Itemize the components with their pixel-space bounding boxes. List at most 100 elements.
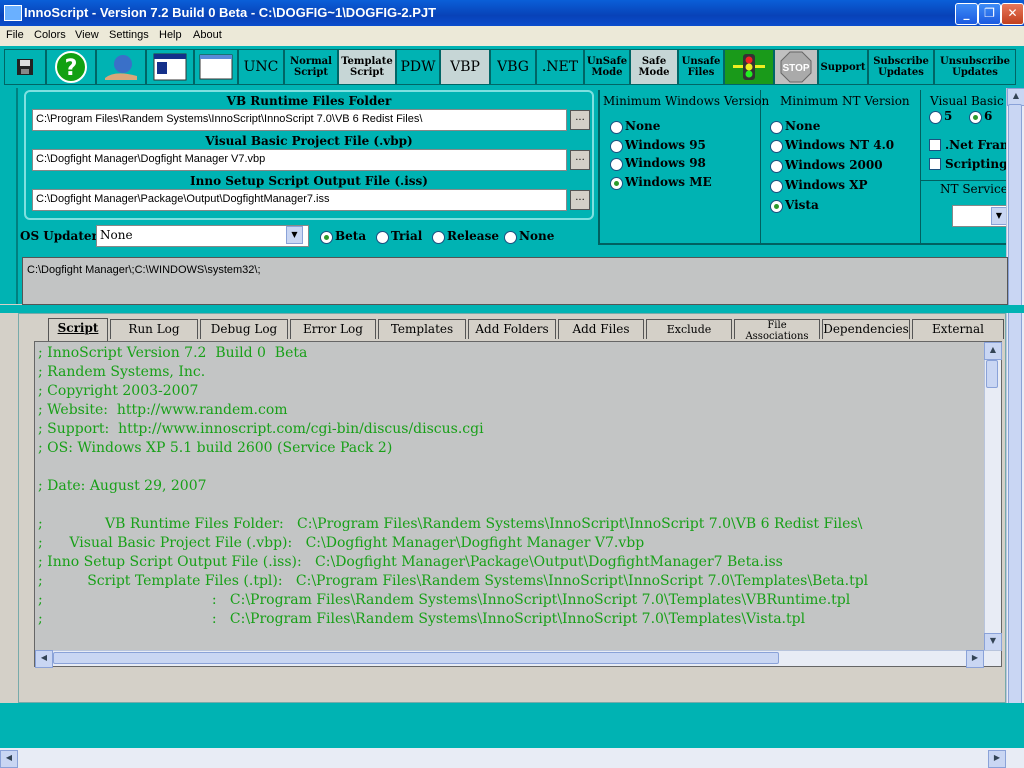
- chevron-down-icon[interactable]: ▼: [286, 226, 303, 244]
- iss-browse-button[interactable]: ...: [570, 190, 590, 210]
- floppy-icon: [17, 59, 33, 75]
- script-line: ; : C:\Program Files\Randem Systems\Inno…: [38, 592, 851, 608]
- stop-sign-label: STOP: [782, 63, 809, 74]
- vbg-button[interactable]: VBG: [490, 49, 536, 85]
- radio-nt-none-label: None: [785, 119, 821, 133]
- window-script-button[interactable]: [146, 49, 194, 85]
- main-scroll-thumb[interactable]: [1008, 104, 1022, 728]
- radio-win98[interactable]: [610, 158, 623, 171]
- radio-nt-none[interactable]: [770, 121, 783, 134]
- close-button[interactable]: ✕: [1001, 3, 1024, 25]
- subscribe-updates-button[interactable]: Subscribe Updates: [868, 49, 934, 85]
- script-scroll-up-button[interactable]: ▲: [984, 342, 1002, 360]
- tab-exclude-folders[interactable]: Exclude Folders: [646, 319, 732, 355]
- normal-script-button[interactable]: Normal Script: [284, 49, 338, 85]
- unsafe-mode-button[interactable]: UnSafe Mode: [584, 49, 630, 85]
- traffic-light-button[interactable]: [724, 49, 774, 85]
- nt-service-select[interactable]: ▼: [952, 205, 1008, 227]
- tab-debug-log[interactable]: Debug Log: [200, 319, 288, 339]
- os-updater-select[interactable]: None: [96, 225, 309, 247]
- radio-vb6[interactable]: [969, 111, 982, 124]
- toolbar: ? UNC Normal Script Template Script PDW …: [0, 46, 1024, 88]
- iss-field[interactable]: C:\Dogfight Manager\Package\Output\Dogfi…: [32, 189, 567, 211]
- stop-button[interactable]: STOP: [774, 49, 818, 85]
- title-bar: InnoScript - Version 7.2 Build 0 Beta - …: [0, 0, 1024, 26]
- script-scroll-thumb[interactable]: [986, 360, 998, 388]
- radio-win-none[interactable]: [610, 121, 623, 134]
- tab-error-log[interactable]: Error Log: [290, 319, 376, 339]
- main-horizontal-scrollbar[interactable]: ◀ ▶: [0, 748, 1024, 768]
- script-line: ; Randem Systems, Inc.: [38, 364, 206, 380]
- support-button[interactable]: Support: [818, 49, 868, 85]
- radio-none-updater[interactable]: [504, 231, 517, 244]
- minimize-button[interactable]: _: [955, 3, 978, 25]
- help-button[interactable]: ?: [46, 49, 96, 85]
- vbp-button[interactable]: VBP: [440, 49, 490, 85]
- radio-vb5[interactable]: [929, 111, 942, 124]
- script-scroll-left-button[interactable]: ◀: [35, 650, 53, 668]
- radio-release[interactable]: [432, 231, 445, 244]
- panel-border: [598, 243, 1008, 245]
- net-framework-checkbox[interactable]: [929, 139, 941, 151]
- script-scroll-down-button[interactable]: ▼: [984, 633, 1002, 651]
- menu-colors[interactable]: Colors: [34, 29, 66, 41]
- radio-release-label: Release: [447, 229, 499, 243]
- menu-about[interactable]: About: [193, 29, 222, 41]
- tab-dependencies[interactable]: Dependencies: [822, 319, 910, 339]
- unc-button[interactable]: UNC: [238, 49, 284, 85]
- radio-trial-label: Trial: [391, 229, 423, 243]
- tab-add-folders[interactable]: Add Folders: [468, 319, 556, 339]
- radio-win2000[interactable]: [770, 160, 783, 173]
- script-vertical-scrollbar[interactable]: [984, 342, 1001, 650]
- radio-winxp[interactable]: [770, 180, 783, 193]
- blank-window-icon: [199, 54, 233, 80]
- template-script-button[interactable]: Template Script: [338, 49, 396, 85]
- menu-help[interactable]: Help: [159, 29, 182, 41]
- tab-templates[interactable]: Templates: [378, 319, 466, 339]
- pdw-button[interactable]: PDW: [396, 49, 440, 85]
- tab-external-installs[interactable]: External Installs: [912, 319, 1004, 355]
- vb-runtime-browse-button[interactable]: ...: [570, 110, 590, 130]
- radio-beta-label: Beta: [335, 229, 367, 243]
- safe-mode-button[interactable]: Safe Mode: [630, 49, 678, 85]
- maximize-button[interactable]: ❐: [978, 3, 1001, 25]
- radio-winme[interactable]: [610, 177, 623, 190]
- tab-add-files[interactable]: Add Files: [558, 319, 644, 339]
- script-scroll-right-button[interactable]: ▶: [966, 650, 984, 668]
- radio-trial[interactable]: [376, 231, 389, 244]
- tab-file-associations[interactable]: File Associations: [734, 319, 820, 339]
- script-line: ; Copyright 2003-2007: [38, 383, 199, 399]
- radio-beta[interactable]: [320, 231, 333, 244]
- menu-file[interactable]: File: [6, 29, 24, 41]
- radio-none-updater-label: None: [519, 229, 555, 243]
- main-scroll-right-button[interactable]: ▶: [988, 750, 1006, 768]
- menu-settings[interactable]: Settings: [109, 29, 149, 41]
- radio-winxp-label: Windows XP: [785, 178, 868, 192]
- vb-runtime-label: VB Runtime Files Folder: [226, 94, 392, 108]
- panel-border: [598, 90, 600, 245]
- web-button[interactable]: [96, 49, 146, 85]
- net-button[interactable]: .NET: [536, 49, 584, 85]
- vbp-field[interactable]: C:\Dogfight Manager\Dogfight Manager V7.…: [32, 149, 567, 171]
- tab-run-log[interactable]: Run Log: [110, 319, 198, 339]
- unsafe-files-button[interactable]: Unsafe Files: [678, 49, 724, 85]
- unsubscribe-updates-button[interactable]: Unsubscribe Updates: [934, 49, 1016, 85]
- radio-win98-label: Windows 98: [625, 156, 706, 170]
- chevron-down-icon[interactable]: ▼: [991, 207, 1007, 225]
- script-line: ; : C:\Program Files\Randem Systems\Inno…: [38, 611, 806, 627]
- radio-vista[interactable]: [770, 200, 783, 213]
- panel-border: [760, 90, 761, 245]
- vbp-browse-button[interactable]: ...: [570, 150, 590, 170]
- scripting-checkbox[interactable]: [929, 158, 941, 170]
- radio-nt4-label: Windows NT 4.0: [785, 138, 895, 152]
- vb-runtime-field[interactable]: C:\Program Files\Randem Systems\InnoScri…: [32, 109, 567, 131]
- save-button[interactable]: [4, 49, 46, 85]
- script-hscroll-thumb[interactable]: [53, 652, 779, 664]
- blank-window-button[interactable]: [194, 49, 238, 85]
- tab-script[interactable]: Script: [48, 318, 108, 341]
- radio-nt4[interactable]: [770, 140, 783, 153]
- radio-win95[interactable]: [610, 140, 623, 153]
- search-path-box[interactable]: C:\Dogfight Manager\;C:\WINDOWS\system32…: [22, 257, 1008, 305]
- menu-view[interactable]: View: [75, 29, 99, 41]
- main-scroll-left-button[interactable]: ◀: [0, 750, 18, 768]
